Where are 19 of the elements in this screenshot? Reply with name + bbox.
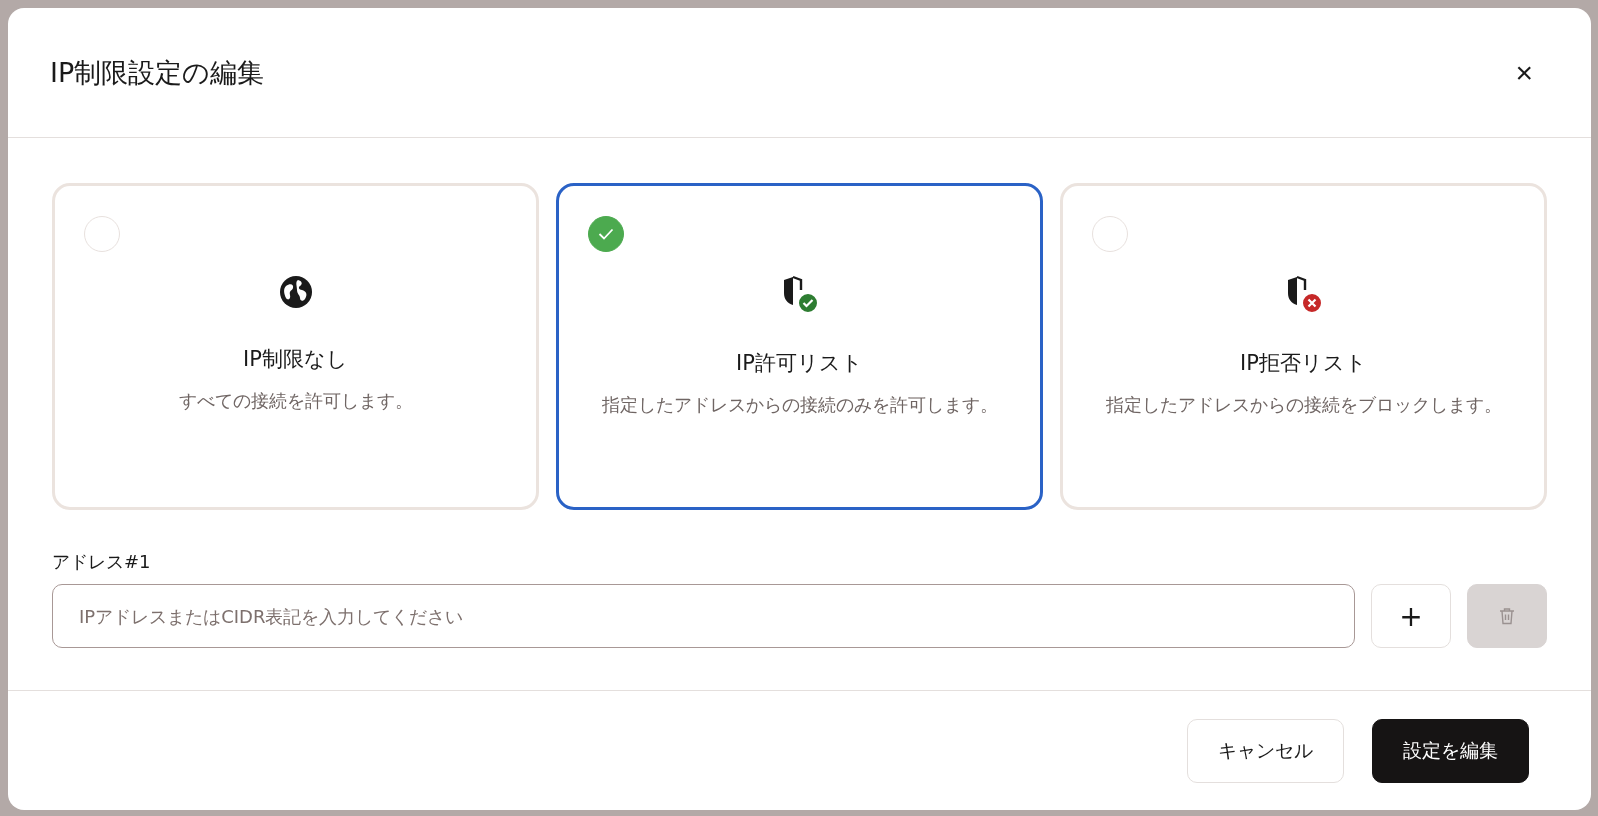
cancel-button[interactable]: キャンセル [1187,718,1344,783]
option-card[interactable]: IP制限なし すべての接続を許可します。 [52,183,539,510]
address-input-field[interactable]: IPアドレスまたはCIDR表記を入力してください [52,584,1355,648]
option-title: IP制限なし [243,346,348,373]
option-description: 指定したアドレスからの接続のみを許可します。 [601,393,998,417]
close-button[interactable]: × [1511,55,1537,90]
option-card[interactable]: IP拒否リスト 指定したアドレスからの接続をブロックします。 [1060,183,1547,510]
add-button[interactable]: + [1371,584,1451,648]
check-icon [598,228,614,240]
radio-button[interactable] [588,216,624,252]
field-label: アドレス#1 [52,550,151,574]
option-card[interactable]: IP許可リスト 指定したアドレスからの接続のみを許可します。 [556,183,1043,510]
option-title: IP許可リスト [736,350,863,377]
option-title: IP拒否リスト [1240,350,1367,377]
option-description: すべての接続を許可します。 [178,389,413,413]
submit-button[interactable]: 設定を編集 [1372,718,1529,783]
trash-icon [1499,607,1515,625]
dialog-title: IP制限設定の編集 [50,55,265,90]
option-description: 指定したアドレスからの接続をブロックします。 [1105,393,1502,417]
